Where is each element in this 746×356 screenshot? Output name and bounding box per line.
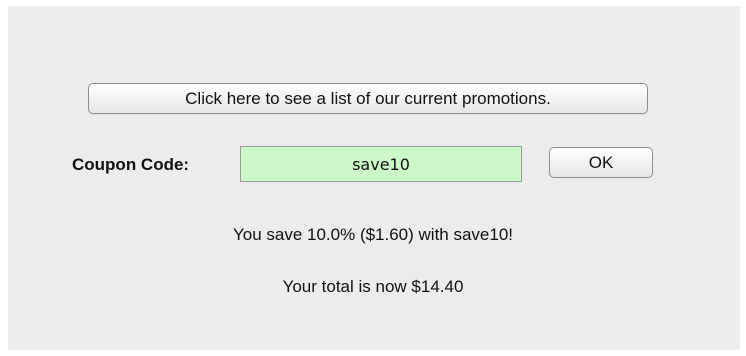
coupon-code-label: Coupon Code: <box>72 155 190 174</box>
savings-message: You save 10.0% ($1.60) with save10! <box>232 225 514 244</box>
ok-button[interactable]: OK <box>549 147 653 178</box>
view-promotions-button[interactable]: Click here to see a list of our current … <box>88 83 648 114</box>
total-message: Your total is now $14.40 <box>282 277 464 296</box>
coupon-code-input[interactable] <box>240 146 522 182</box>
